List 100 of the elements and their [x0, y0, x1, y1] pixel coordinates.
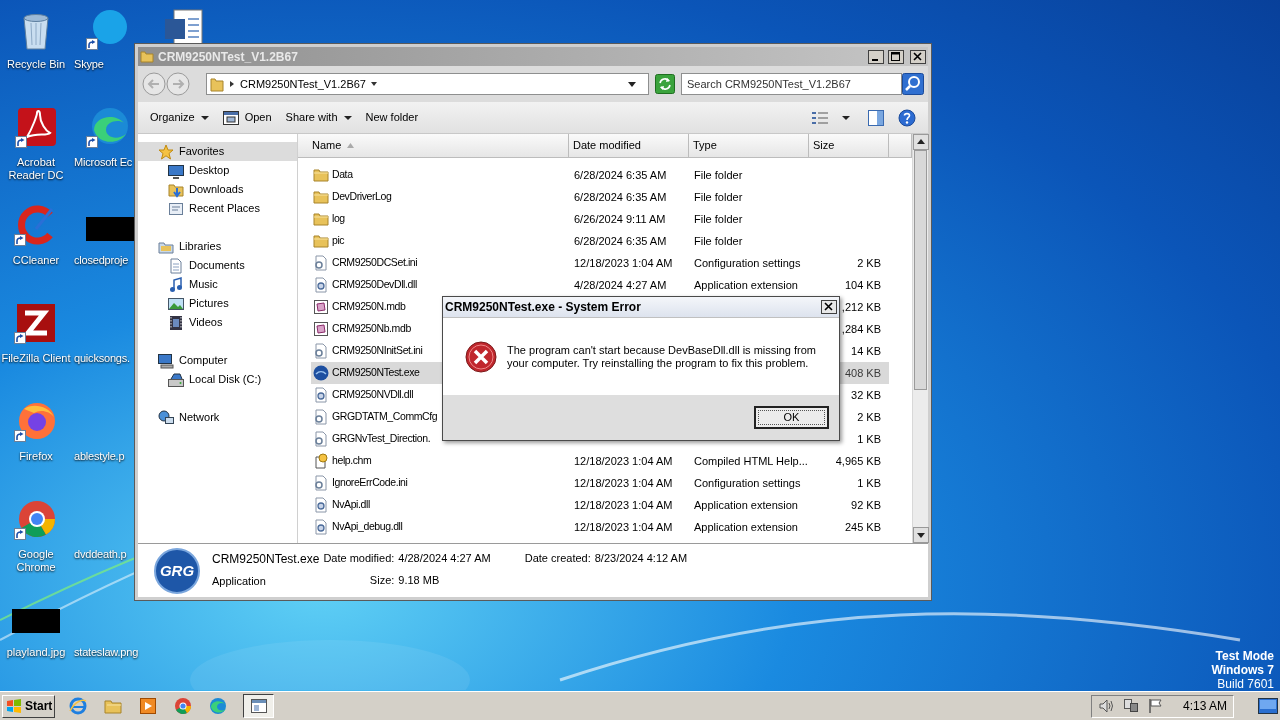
- file-type: Application: [212, 574, 267, 589]
- help-icon[interactable]: [898, 108, 916, 127]
- toolbar-button[interactable]: New folder: [359, 105, 425, 130]
- column-header[interactable]: Size: [809, 134, 889, 157]
- chrome-ring-icon[interactable]: [174, 697, 192, 715]
- media-player-icon[interactable]: [139, 697, 157, 715]
- size-cell-text: ,212 KB: [841, 299, 881, 315]
- file-name: CRM9250NTest.exe: [212, 551, 320, 568]
- icon-label[interactable]: CCleaner: [1, 254, 71, 267]
- folder-icon: [210, 76, 224, 92]
- type-cell: Application extension: [694, 278, 798, 291]
- app-logo-icon: [313, 365, 329, 381]
- icon-label[interactable]: closedproje: [74, 254, 129, 267]
- file-name: pic: [332, 233, 345, 249]
- date-cell: 12/18/2023 1:04 AM: [574, 498, 673, 511]
- icon-label[interactable]: FileZilla Client: [1, 352, 71, 365]
- column-header[interactable]: Date modified: [569, 134, 689, 157]
- detail-label: Date created:: [524, 551, 591, 566]
- refresh-button[interactable]: [655, 74, 675, 94]
- icon-label[interactable]: Skype: [74, 58, 104, 71]
- view-options-icon[interactable]: [810, 109, 830, 126]
- size-cell-text: 408 KB: [844, 365, 881, 381]
- column-header[interactable]: Name: [298, 134, 569, 157]
- places-icon: [168, 200, 184, 217]
- caret-icon[interactable]: [842, 114, 850, 121]
- start-button[interactable]: Start: [2, 694, 55, 718]
- size-cell-text: 92 KB: [851, 497, 881, 513]
- scroll-thumb[interactable]: [914, 150, 927, 390]
- file-name: CRM9250NInitSet.ini: [332, 343, 423, 359]
- icon-label[interactable]: Acrobat Reader DC: [1, 156, 71, 182]
- file-name: CRM9250Nb.mdb: [332, 321, 411, 337]
- folder-icon: [313, 211, 329, 227]
- file-name: GRGNvTest_Direction.: [332, 431, 431, 447]
- chevron-icon: [228, 80, 236, 88]
- gear-file-icon: [313, 277, 329, 293]
- picture-frame-icon: [168, 295, 184, 312]
- detail-label: Size:: [368, 572, 395, 588]
- chrome-ring-icon: [14, 499, 58, 541]
- wave-icon: [86, 107, 130, 149]
- column-header[interactable]: Type: [689, 134, 809, 157]
- os-notice-text: Windows 7: [1211, 663, 1274, 677]
- search-button[interactable]: [902, 73, 924, 95]
- film-icon: [168, 314, 184, 331]
- window-title: CRM9250NTest_V1.2B67: [158, 48, 298, 66]
- file-name: CRM9250DevDll.dll: [332, 277, 417, 293]
- close-button[interactable]: [910, 49, 926, 64]
- date-cell: 6/26/2024 9:11 AM: [574, 212, 666, 225]
- nav-item[interactable]: Favorites: [138, 142, 297, 161]
- size-cell-text: 32 KB: [851, 387, 881, 403]
- file-name: GRGDTATM_CommCfg: [332, 409, 438, 425]
- zigzag-app-icon: [14, 303, 58, 345]
- maximize-button[interactable]: [888, 49, 904, 64]
- date-cell: 4/28/2024 4:27 AM: [574, 278, 667, 291]
- music-note-icon: [168, 276, 184, 293]
- file-name: Data: [332, 167, 353, 183]
- toolbar-button[interactable]: Organize: [144, 105, 215, 130]
- toolbar-button[interactable]: Open: [216, 105, 278, 130]
- scroll-up-button[interactable]: [913, 134, 929, 150]
- network-icon[interactable]: [1122, 698, 1139, 714]
- breadcrumb-item[interactable]: CRM9250NTest_V1.2B67: [240, 75, 366, 93]
- error-message: The program can't start because DevBaseDll.dll is missing from your computer. Try reinstalling the program to fix this problem.: [507, 343, 817, 370]
- size-cell-text: ,284 KB: [841, 321, 881, 337]
- caret-icon: [343, 114, 352, 121]
- file-name: IgnoreErrCode.ini: [332, 475, 408, 491]
- file-name: NvApi.dll: [332, 497, 370, 513]
- type-cell: File folder: [694, 168, 743, 181]
- search-field[interactable]: Search CRM9250NTest_V1.2B67: [681, 73, 902, 95]
- size-cell-text: 1 KB: [857, 431, 881, 447]
- taskbar-button[interactable]: [243, 694, 274, 718]
- speaker-icon[interactable]: [1097, 698, 1114, 714]
- scroll-down-button[interactable]: [913, 527, 929, 543]
- help-file-icon: [313, 453, 329, 469]
- ok-button[interactable]: OK: [754, 406, 829, 429]
- detail-value: 9.18 MB: [398, 572, 441, 588]
- size-cell-text: 104 KB: [844, 277, 881, 293]
- preview-pane-icon[interactable]: [868, 109, 884, 126]
- gear-file-icon: [313, 519, 329, 535]
- size-cell-text: 245 KB: [844, 519, 881, 535]
- show-desktop-button[interactable]: [1258, 698, 1278, 714]
- scrollbar[interactable]: [912, 134, 928, 543]
- detail-label: Date modified:: [323, 551, 395, 566]
- globe-e-icon[interactable]: [69, 697, 87, 715]
- icon-label[interactable]: Recycle Bin: [1, 58, 71, 71]
- address-bar[interactable]: CRM9250NTest_V1.2B67: [206, 73, 649, 95]
- toolbar-button[interactable]: Share with: [279, 105, 358, 130]
- icon-label[interactable]: Microsoft Ec: [74, 156, 133, 169]
- flag-icon[interactable]: [1147, 698, 1164, 714]
- minimize-button[interactable]: [868, 49, 884, 64]
- caret-icon: [369, 80, 378, 88]
- date-cell: 12/18/2023 1:04 AM: [574, 476, 673, 489]
- date-cell: 6/28/2024 6:35 AM: [574, 234, 667, 247]
- dropdown-caret-icon[interactable]: [627, 80, 637, 88]
- date-cell: 12/18/2023 1:04 AM: [574, 520, 673, 533]
- file-name: help.chm: [332, 453, 372, 469]
- type-cell: File folder: [694, 190, 743, 203]
- close-button[interactable]: [821, 300, 837, 314]
- window-icon: [250, 699, 267, 713]
- file-name: CRM9250NVDll.dll: [332, 387, 414, 403]
- file-name: log: [332, 211, 345, 227]
- pdf-app-icon: [15, 107, 57, 149]
